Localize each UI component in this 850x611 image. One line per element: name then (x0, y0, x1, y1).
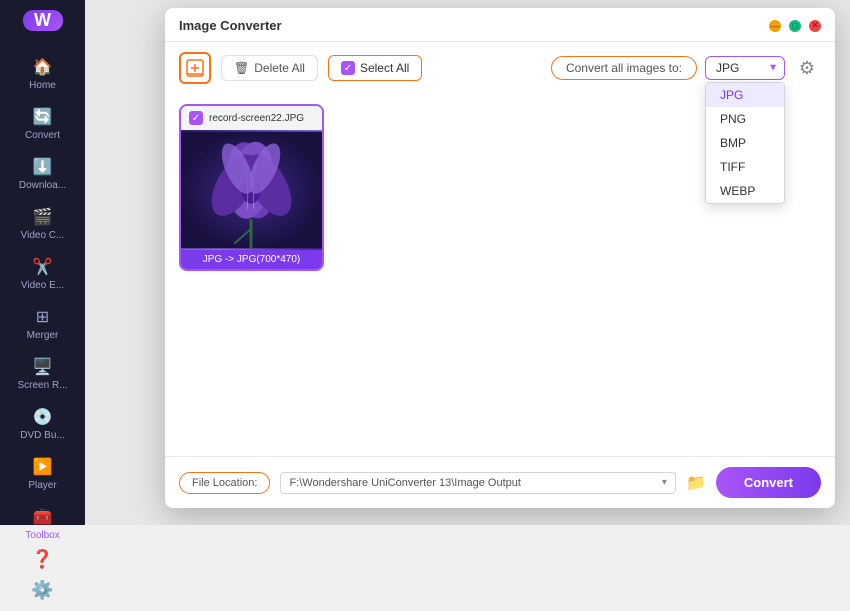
select-all-button[interactable]: ✓ Select All (328, 55, 422, 81)
sidebar-item-home[interactable]: 🏠 Home (0, 49, 85, 99)
delete-all-button[interactable]: 🗑 Delete All (221, 55, 318, 81)
sidebar-item-label: Toolbox (25, 530, 59, 541)
format-option-jpg[interactable]: JPG (706, 83, 784, 107)
check-icon: ✓ (341, 61, 355, 75)
format-option-webp[interactable]: WEBP (706, 179, 784, 203)
sidebar-item-download[interactable]: ⬇️ Downloa... (0, 149, 85, 199)
screen-icon: 🖥️ (33, 357, 53, 377)
add-image-icon (186, 59, 204, 77)
output-settings-button[interactable]: ⚙ (793, 54, 821, 82)
dialog-footer: File Location: F:\Wondershare UniConvert… (165, 456, 835, 508)
merger-icon: ⊞ (36, 307, 49, 327)
dialog-titlebar: Image Converter — □ ✕ (165, 8, 835, 42)
chevron-down-icon: ▼ (768, 63, 778, 74)
toolbar: 🗑 Delete All ✓ Select All Convert all im… (165, 42, 835, 94)
file-path-text: F:\Wondershare UniConverter 13\Image Out… (289, 477, 655, 489)
settings-icon[interactable]: ⚙️ (31, 580, 53, 601)
select-all-label: Select All (360, 61, 409, 75)
sidebar-item-toolbox[interactable]: 🧰 Toolbox (0, 499, 85, 549)
sidebar-item-label: Player (28, 480, 56, 491)
flower-svg (181, 130, 322, 250)
dialog-controls: — □ ✕ (769, 20, 821, 32)
image-thumbnail (181, 130, 322, 250)
output-settings-icon: ⚙ (799, 58, 815, 79)
sidebar-item-label: Video E... (21, 280, 64, 291)
sidebar: W 🏠 Home 🔄 Convert ⬇️ Downloa... 🎬 Video… (0, 0, 85, 525)
image-card[interactable]: ✓ record-screen22.JPG (179, 104, 324, 271)
convert-icon: 🔄 (33, 107, 53, 127)
close-button[interactable]: ✕ (809, 20, 821, 32)
sidebar-item-screen[interactable]: 🖥️ Screen R... (0, 349, 85, 399)
format-select-display[interactable]: JPG ▼ (705, 56, 785, 80)
sidebar-item-dvd[interactable]: 💿 DVD Bu... (0, 399, 85, 449)
trash-icon: 🗑 (234, 61, 249, 75)
main-area: Image Converter — □ ✕ 🗑 Delete All (85, 0, 850, 525)
image-card-footer: JPG -> JPG(700*470) (181, 250, 322, 269)
sidebar-item-label: Downloa... (19, 180, 66, 191)
format-dropdown-menu: JPG PNG BMP TIFF WEBP (705, 82, 785, 204)
sidebar-item-convert[interactable]: 🔄 Convert (0, 99, 85, 149)
app-logo: W (23, 10, 63, 31)
video-c-icon: 🎬 (33, 207, 53, 227)
sidebar-item-label: Screen R... (17, 380, 67, 391)
browse-folder-button[interactable]: 📁 (686, 473, 706, 493)
download-icon: ⬇️ (33, 157, 53, 177)
convert-all-label: Convert all images to: (551, 56, 697, 80)
image-checkbox[interactable]: ✓ (189, 111, 203, 125)
toolbox-icon: 🧰 (33, 507, 53, 527)
sidebar-item-label: DVD Bu... (20, 430, 64, 441)
convert-button[interactable]: Convert (716, 467, 821, 498)
player-icon: ▶️ (33, 457, 53, 477)
sidebar-item-label: Home (29, 80, 56, 91)
conversion-info: JPG -> JPG(700*470) (203, 254, 301, 265)
format-selected-value: JPG (716, 61, 739, 75)
delete-all-label: Delete All (254, 61, 305, 75)
image-filename: record-screen22.JPG (209, 113, 304, 124)
sidebar-item-merger[interactable]: ⊞ Merger (0, 299, 85, 349)
sidebar-item-video-edit[interactable]: ✂️ Video E... (0, 249, 85, 299)
path-dropdown-icon[interactable]: ▾ (662, 477, 667, 488)
format-dropdown[interactable]: JPG ▼ JPG PNG BMP TIFF WEBP (705, 56, 785, 80)
image-card-header: ✓ record-screen22.JPG (181, 106, 322, 130)
file-path-display[interactable]: F:\Wondershare UniConverter 13\Image Out… (280, 472, 676, 494)
maximize-button[interactable]: □ (789, 20, 801, 32)
sidebar-item-label: Convert (25, 130, 60, 141)
dvd-icon: 💿 (33, 407, 53, 427)
home-icon: 🏠 (33, 57, 53, 77)
image-converter-dialog: Image Converter — □ ✕ 🗑 Delete All (165, 8, 835, 508)
dialog-title: Image Converter (179, 18, 282, 33)
add-image-button[interactable] (179, 52, 211, 84)
toolbar-right: Convert all images to: JPG ▼ JPG PNG BMP… (551, 54, 821, 82)
format-option-bmp[interactable]: BMP (706, 131, 784, 155)
help-icon[interactable]: ❓ (31, 549, 53, 570)
sidebar-item-video-compress[interactable]: 🎬 Video C... (0, 199, 85, 249)
sidebar-item-label: Merger (27, 330, 59, 341)
format-option-tiff[interactable]: TIFF (706, 155, 784, 179)
minimize-button[interactable]: — (769, 20, 781, 32)
sidebar-item-player[interactable]: ▶️ Player (0, 449, 85, 499)
sidebar-item-label: Video C... (21, 230, 65, 241)
video-e-icon: ✂️ (33, 257, 53, 277)
format-option-png[interactable]: PNG (706, 107, 784, 131)
file-location-label: File Location: (179, 472, 270, 494)
folder-icon: 📁 (686, 475, 706, 492)
